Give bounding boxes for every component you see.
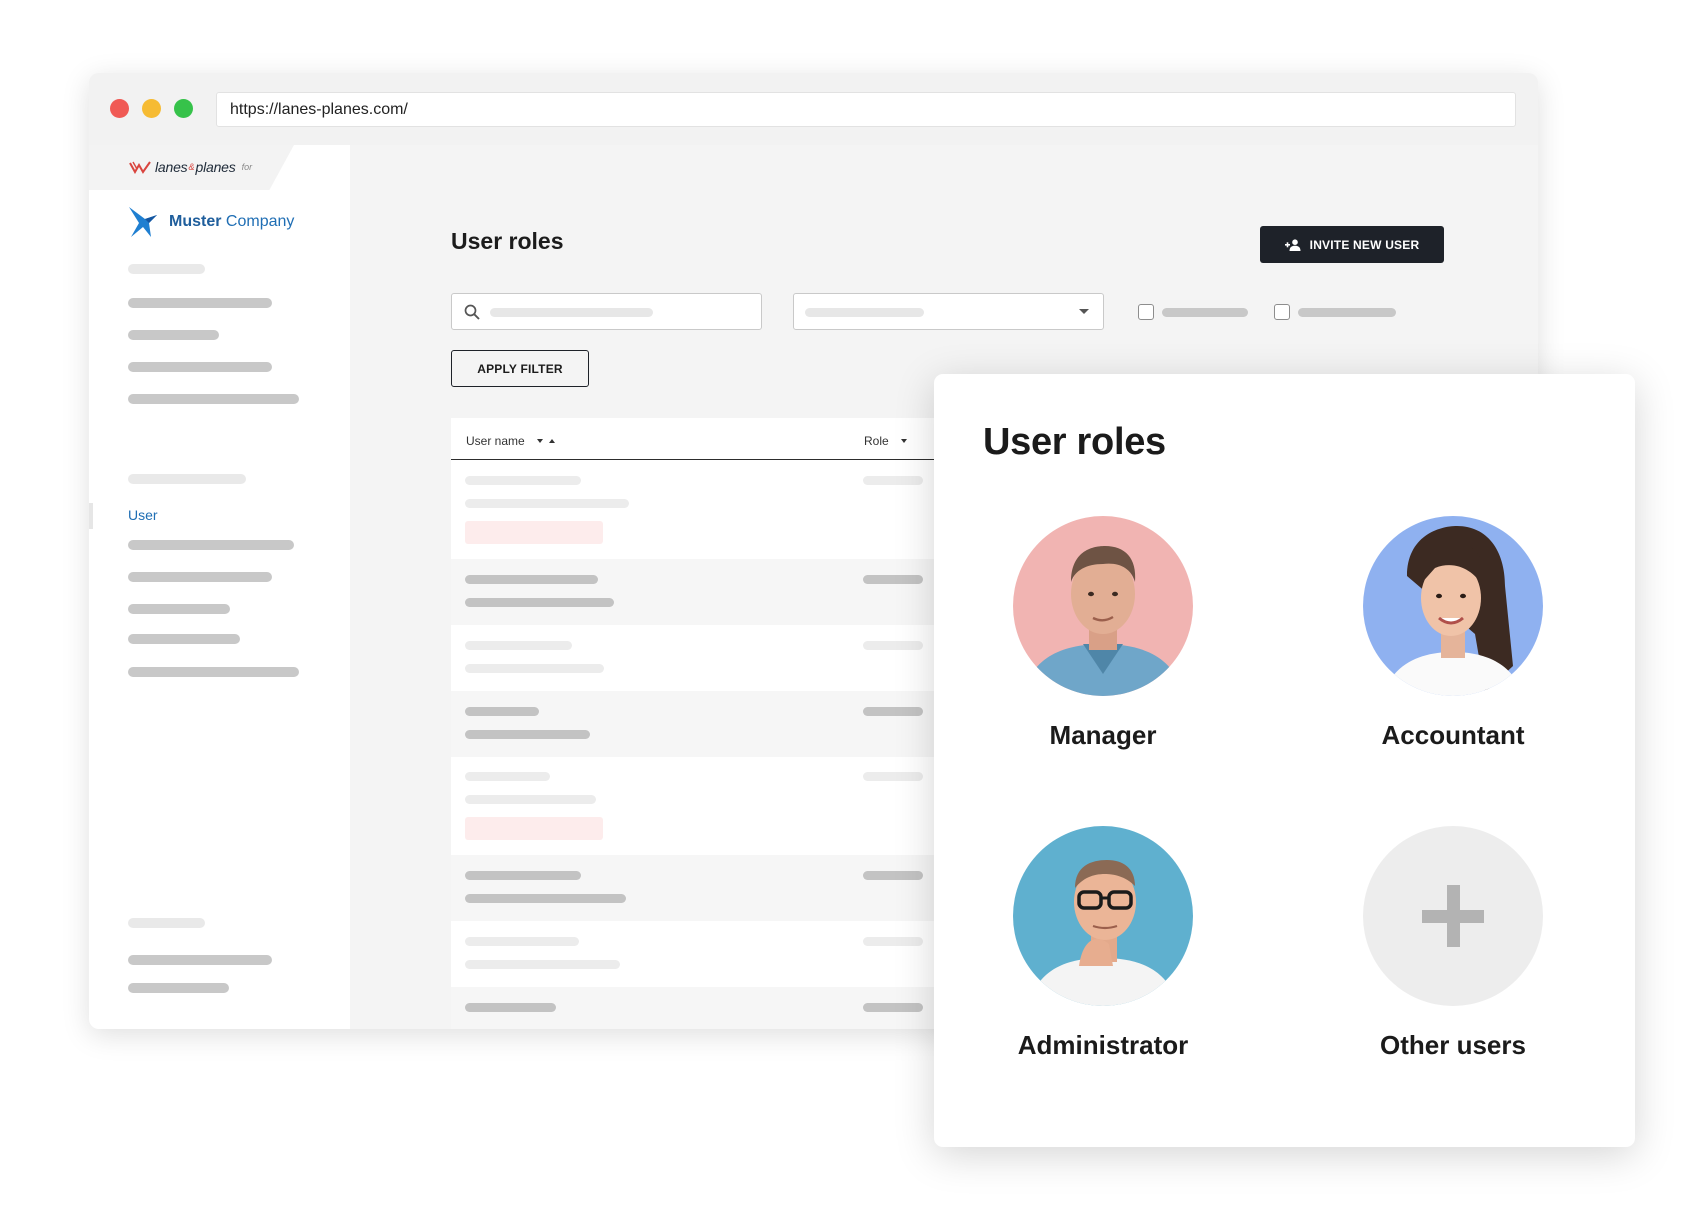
sidebar-item-placeholder[interactable] — [128, 983, 229, 993]
role-accountant[interactable]: Accountant — [1323, 516, 1583, 751]
chevron-down-icon — [1079, 309, 1089, 314]
role-other-users[interactable]: Other users — [1323, 826, 1583, 1061]
sidebar-item-placeholder[interactable] — [128, 634, 240, 644]
table-row[interactable] — [451, 559, 971, 625]
sidebar-item-placeholder[interactable] — [128, 604, 230, 614]
sort-icon[interactable] — [900, 439, 907, 443]
column-header-user-name[interactable]: User name — [466, 434, 555, 448]
role-name: Other users — [1380, 1030, 1526, 1060]
close-window-button[interactable] — [110, 99, 129, 118]
table-row[interactable] — [451, 757, 971, 855]
search-input[interactable] — [451, 293, 762, 330]
table-row[interactable] — [451, 921, 971, 987]
sidebar-item-user[interactable]: User — [128, 507, 158, 523]
page-title: User roles — [451, 228, 564, 254]
select-placeholder — [805, 308, 924, 317]
brand-name-part1: lanes — [155, 159, 188, 175]
sidebar-item-placeholder[interactable] — [128, 362, 272, 372]
browser-titlebar: https://lanes-planes.com/ — [89, 73, 1538, 145]
table-row[interactable] — [451, 987, 971, 1029]
sidebar-item-placeholder[interactable] — [128, 298, 272, 308]
sidebar-item-placeholder[interactable] — [128, 667, 299, 677]
role-name: Accountant — [1381, 720, 1525, 750]
table-row[interactable] — [451, 691, 971, 757]
filter-checkbox-2-label-placeholder — [1298, 308, 1396, 317]
sidebar-item-placeholder[interactable] — [128, 540, 294, 550]
address-bar[interactable]: https://lanes-planes.com/ — [216, 92, 1516, 127]
users-table: User name Role — [451, 418, 971, 1029]
bird-logo-icon — [129, 207, 157, 237]
sidebar-item-placeholder[interactable] — [128, 955, 272, 965]
apply-filter-button[interactable]: APPLY FILTER — [451, 350, 589, 387]
brand-ampersand: & — [188, 162, 195, 172]
manager-portrait-icon — [1023, 546, 1183, 696]
add-role-avatar[interactable] — [1363, 826, 1543, 1006]
brand-name-part2: planes — [195, 159, 236, 175]
role-name: Administrator — [1017, 1030, 1189, 1060]
table-row[interactable] — [451, 461, 971, 559]
user-roles-card: User roles Manager Accountant Administra… — [934, 374, 1635, 1147]
table-header: User name Role — [451, 418, 971, 460]
table-row[interactable] — [451, 855, 971, 921]
search-icon — [464, 304, 480, 320]
manager-avatar — [1013, 516, 1193, 696]
role-name: Manager — [1049, 720, 1157, 750]
role-filter-select[interactable] — [793, 293, 1104, 330]
lanes-planes-mark-icon — [129, 161, 151, 174]
company-logo[interactable]: Muster Company — [127, 203, 294, 241]
sidebar-section-placeholder — [128, 264, 205, 274]
filter-checkbox-1-label-placeholder — [1162, 308, 1248, 317]
column-header-role[interactable]: Role — [864, 434, 907, 448]
administrator-portrait-icon — [1029, 860, 1177, 1006]
sidebar-section-placeholder — [128, 918, 205, 928]
filter-checkbox-2[interactable] — [1274, 304, 1290, 320]
table-row[interactable] — [451, 625, 971, 691]
role-administrator[interactable]: Administrator — [973, 826, 1233, 1061]
administrator-avatar — [1013, 826, 1193, 1006]
role-manager[interactable]: Manager — [973, 516, 1233, 751]
search-placeholder — [490, 308, 653, 317]
add-user-icon — [1284, 238, 1301, 251]
sidebar-item-placeholder[interactable] — [128, 572, 272, 582]
minimize-window-button[interactable] — [142, 99, 161, 118]
lanes-planes-logo[interactable]: lanes & planes for — [129, 159, 252, 175]
brand-for-label: for — [241, 162, 253, 172]
plus-icon-bar — [1422, 910, 1484, 923]
sidebar-item-placeholder[interactable] — [128, 394, 299, 404]
invite-button-label: INVITE NEW USER — [1309, 237, 1420, 252]
sidebar-active-indicator — [89, 503, 93, 529]
invite-new-user-button[interactable]: INVITE NEW USER — [1260, 226, 1444, 263]
maximize-window-button[interactable] — [174, 99, 193, 118]
sidebar — [89, 145, 350, 1029]
sort-icon[interactable] — [536, 439, 555, 443]
filter-checkbox-1[interactable] — [1138, 304, 1154, 320]
card-title: User roles — [983, 421, 1166, 463]
accountant-avatar — [1363, 516, 1543, 696]
sidebar-item-placeholder[interactable] — [128, 330, 219, 340]
sidebar-section-placeholder — [128, 474, 246, 484]
accountant-portrait-icon — [1383, 526, 1523, 696]
company-name: Muster Company — [169, 213, 295, 230]
